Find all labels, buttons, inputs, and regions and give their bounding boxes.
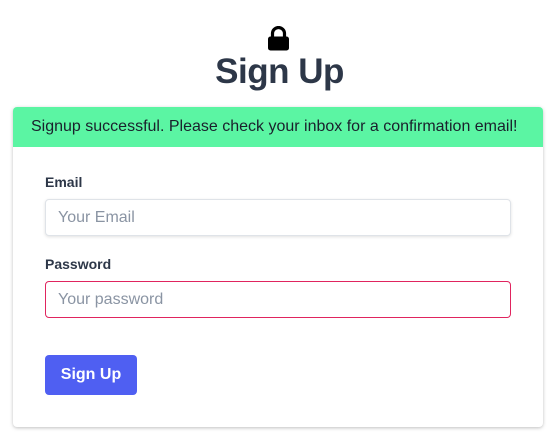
success-alert: Signup successful. Please check your inb… <box>13 107 543 147</box>
signup-button[interactable]: Sign Up <box>45 355 137 395</box>
email-input[interactable] <box>45 199 511 236</box>
signup-page: Sign Up Signup successful. Please check … <box>0 0 559 448</box>
email-label: Email <box>45 174 83 190</box>
lock-icon <box>268 26 289 51</box>
password-label: Password <box>45 256 112 272</box>
password-input[interactable] <box>45 281 511 318</box>
page-title: Sign Up <box>215 52 344 91</box>
